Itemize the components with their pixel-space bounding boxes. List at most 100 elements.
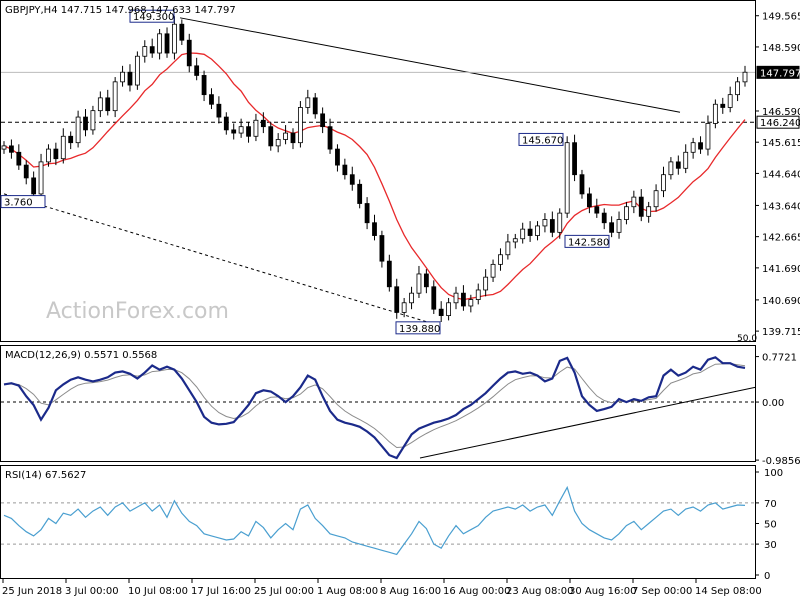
rsi-panel-title: RSI(14) 67.5627 [5, 470, 86, 481]
candle-body [238, 126, 244, 134]
price-axis-label: 144.640 [762, 169, 800, 180]
candle-body [290, 132, 296, 144]
candle-body [90, 110, 96, 131]
rsi-axis-label: 100 [764, 468, 783, 479]
candle-body [646, 206, 652, 217]
candle-body [409, 292, 414, 304]
candle-body [661, 174, 666, 192]
candle-body [201, 75, 207, 96]
price-axis-label: 143.640 [762, 201, 800, 212]
candle-body [505, 241, 511, 256]
candle-body [209, 94, 214, 105]
candle-body [157, 33, 163, 54]
candle-body [742, 71, 748, 83]
candle-body [9, 145, 14, 153]
candle-body [594, 206, 600, 214]
candle-body [46, 148, 51, 163]
candle-body [268, 126, 274, 147]
candle-body [720, 103, 726, 108]
candle-body [342, 164, 348, 176]
price-annotation-label: 145.670 [522, 135, 563, 146]
candle-body [698, 142, 703, 150]
candle-body [112, 81, 118, 112]
candle-body [468, 299, 474, 307]
candle-body [253, 119, 259, 137]
candle-body [727, 94, 733, 108]
candle-body [349, 174, 355, 185]
candle-body [186, 39, 192, 67]
candle-body [320, 113, 326, 128]
candle-body [675, 161, 681, 169]
candle-body [705, 123, 711, 150]
candle-body [134, 55, 140, 86]
candle-body [1, 145, 7, 150]
candle-body [475, 289, 481, 300]
candle-body [379, 235, 385, 262]
rsi-axis-label: 70 [764, 499, 777, 510]
candle-body [149, 46, 155, 54]
candle-body [364, 203, 370, 224]
candle-body [446, 302, 452, 316]
candle-body [275, 139, 281, 147]
candle-body [549, 219, 555, 233]
candle-body [172, 23, 177, 54]
candle-body [120, 71, 125, 83]
candle-body [498, 254, 503, 265]
rsi-axis-label: 0 [764, 571, 770, 582]
price-axis-label: 139.715 [762, 327, 800, 338]
candle-body [305, 97, 311, 108]
candle-body [246, 126, 251, 137]
macd-panel-title: MACD(12,26,9) 0.5571 0.5568 [5, 350, 157, 361]
time-axis-label: 17 Jul 16:00 [191, 586, 251, 597]
macd-axis-label: -0.9856 [762, 456, 800, 467]
candle-body [416, 273, 422, 294]
candle-body [668, 161, 674, 176]
price-axis-label: 147.797 [760, 68, 800, 79]
time-axis-label: 30 Aug 16:00 [569, 586, 636, 597]
candle-body [683, 151, 689, 169]
candle-body [68, 135, 74, 144]
candle-body [638, 196, 644, 217]
candle-body [335, 148, 340, 166]
chart-canvas: 149.300145.670142.580139.8803.760 149.56… [0, 0, 800, 597]
candle-body [164, 33, 170, 54]
price-axis-label: 141.690 [762, 264, 800, 275]
price-annotation-label: 3.760 [4, 198, 33, 209]
price-axis-label: 142.665 [762, 233, 800, 244]
candle-body [490, 263, 496, 278]
candle-body [327, 126, 333, 150]
price-axis-label: 149.565 [762, 12, 800, 23]
time-axis-label: 1 Aug 08:00 [317, 586, 378, 597]
price-panel-title: GBPJPY,H4 147.715 147.968 147.633 147.79… [5, 5, 236, 16]
candle-body [401, 302, 407, 313]
macd-panel [0, 345, 756, 462]
candle-body [283, 132, 288, 140]
watermark: ActionForex.com [46, 299, 229, 324]
candle-body [483, 276, 489, 291]
rsi-axis-label: 50 [764, 520, 777, 531]
candle-body [297, 107, 303, 144]
candle-body [520, 228, 526, 240]
candle-body [16, 151, 22, 166]
candle-body [431, 286, 437, 310]
candle-body [372, 222, 377, 236]
candle-body [690, 142, 696, 153]
candle-body [579, 174, 585, 195]
candle-body [653, 190, 659, 208]
candle-body [557, 212, 563, 233]
candle-body [23, 164, 29, 179]
candle-body [542, 219, 548, 227]
time-axis-label: 10 Jul 08:00 [128, 586, 188, 597]
price-axis-label: 148.590 [762, 43, 800, 54]
time-axis-label: 25 Jul 00:00 [254, 586, 314, 597]
time-axis-label: 7 Sep 00:00 [632, 586, 692, 597]
rsi-axis-label: 30 [764, 540, 777, 551]
candle-body [127, 71, 133, 86]
candle-body [194, 65, 200, 76]
candle-body [438, 308, 444, 316]
time-axis-label: 23 Aug 08:00 [506, 586, 573, 597]
candle-body [223, 116, 229, 131]
candle-body [260, 119, 266, 128]
candle-body [564, 142, 570, 214]
price-corner-label: 50.0 [737, 334, 757, 344]
